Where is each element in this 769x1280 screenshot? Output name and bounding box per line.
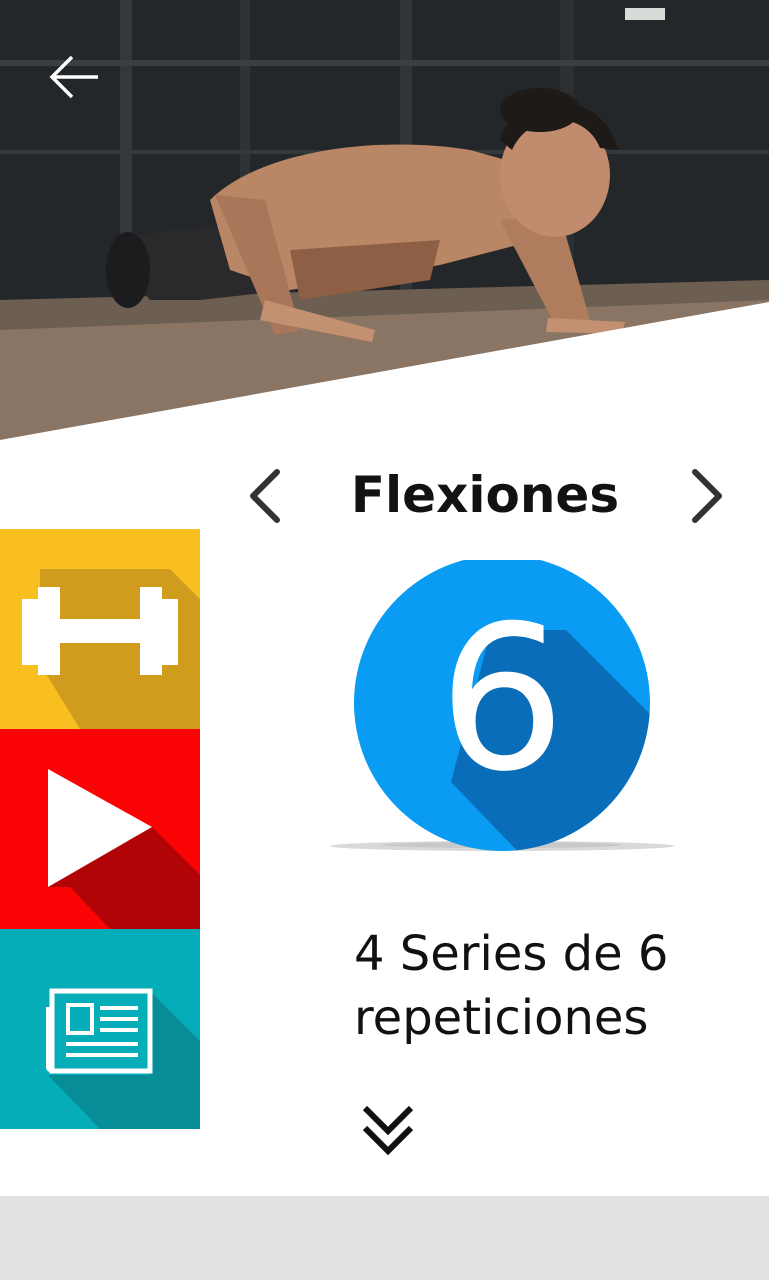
description-line-1: 4 Series de 6 <box>354 926 669 982</box>
newspaper-icon <box>46 988 200 1129</box>
description-line-2: repeticiones <box>354 990 649 1046</box>
dumbbell-icon <box>22 569 200 729</box>
video-tile[interactable] <box>0 729 200 929</box>
series-count-badge: 6 <box>326 560 682 860</box>
badge-number-text: 6 <box>438 583 565 816</box>
workout-tile[interactable] <box>0 529 200 729</box>
back-button[interactable] <box>48 54 104 104</box>
arrow-left-icon <box>49 55 98 99</box>
chevron-left-icon <box>250 469 280 523</box>
exercise-title: Flexiones <box>350 466 620 524</box>
hero-diagonal-mask <box>0 302 769 440</box>
next-exercise-button[interactable] <box>682 466 732 526</box>
news-tile[interactable] <box>0 929 200 1129</box>
exercise-description: 4 Series de 6 repeticiones <box>354 922 754 1050</box>
hero-image <box>0 0 769 440</box>
double-chevron-down-icon <box>362 1105 414 1156</box>
show-more-button[interactable] <box>356 1098 420 1162</box>
chevron-right-icon <box>692 469 722 523</box>
play-icon <box>48 769 200 929</box>
previous-exercise-button[interactable] <box>240 466 290 526</box>
bottom-bar <box>0 1196 769 1280</box>
